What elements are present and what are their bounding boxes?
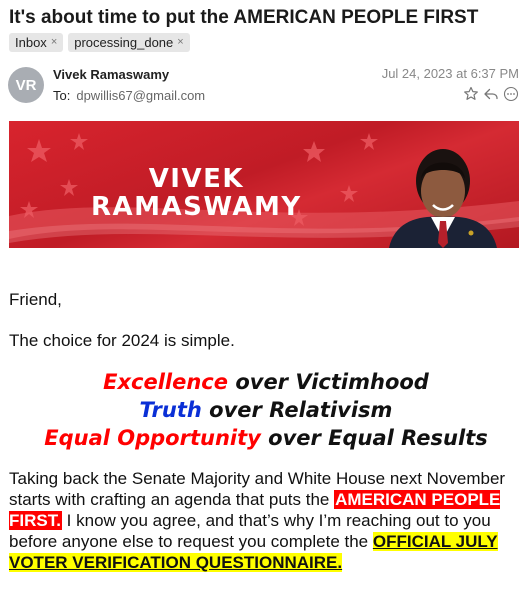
email-subject: It's about time to put the AMERICAN PEOP… (9, 7, 479, 28)
tagline-rest: over Equal Results (260, 426, 488, 450)
banner-line1: VIVEK (148, 164, 245, 194)
tagline-highlight: Truth (139, 398, 202, 422)
greeting: Friend, (9, 290, 62, 309)
tagline-opportunity: Equal Opportunity over Equal Results (0, 424, 532, 452)
tag-label: processing_done (74, 34, 174, 50)
tag-processing-done[interactable]: processing_done × (68, 33, 190, 52)
reply-icon[interactable] (483, 86, 499, 102)
banner-title: VIVEK RAMASWAMY (91, 165, 302, 221)
tagline-rest: over Relativism (201, 398, 393, 422)
intro-line: The choice for 2024 is simple. (9, 331, 235, 350)
to-label: To: (53, 88, 71, 103)
tag-remove-icon[interactable]: × (177, 36, 183, 48)
email-date: Jul 24, 2023 at 6:37 PM (381, 66, 519, 81)
tagline-truth: Truth over Relativism (0, 396, 532, 424)
banner-line2: RAMASWAMY (91, 192, 302, 222)
tagline-excellence: Excellence over Victimhood (0, 368, 532, 396)
campaign-banner[interactable]: VIVEK RAMASWAMY (9, 121, 519, 248)
sender-name[interactable]: Vivek Ramaswamy (53, 67, 169, 82)
body-paragraph: Taking back the Senate Majority and Whit… (9, 468, 524, 573)
star-icon[interactable] (463, 86, 479, 102)
tagline-rest: over Victimhood (228, 370, 429, 394)
recipient-line: To: dpwillis67@gmail.com (53, 88, 205, 103)
candidate-photo (389, 149, 497, 248)
tagline-highlight: Excellence (103, 370, 229, 394)
message-actions (463, 86, 519, 102)
tag-label: Inbox (15, 34, 47, 50)
tag-remove-icon[interactable]: × (51, 36, 57, 48)
more-icon[interactable] (503, 86, 519, 102)
recipient-address[interactable]: dpwillis67@gmail.com (76, 88, 205, 103)
tag-inbox[interactable]: Inbox × (9, 33, 64, 52)
tagline-highlight: Equal Opportunity (44, 426, 261, 450)
avatar: VR (8, 67, 44, 103)
tag-list: Inbox × processing_done × (9, 33, 190, 52)
